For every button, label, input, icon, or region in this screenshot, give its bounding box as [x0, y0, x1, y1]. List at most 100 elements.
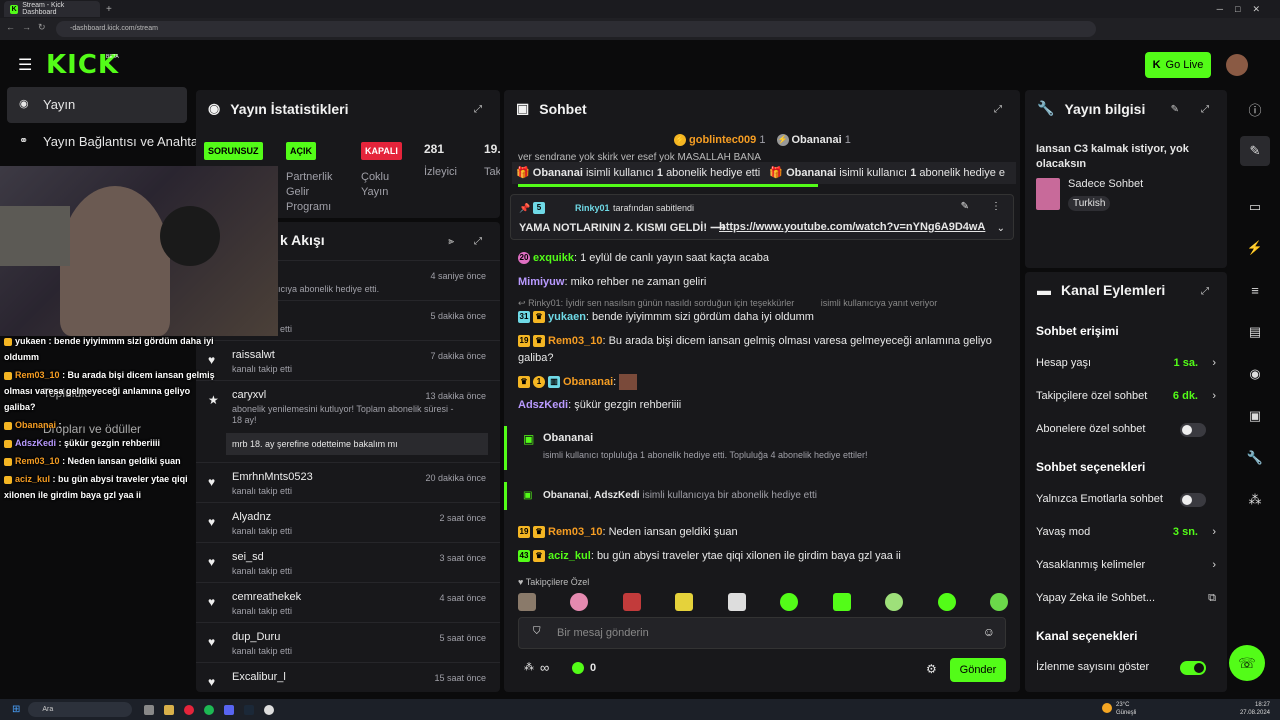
feed-username[interactable]: caryxvl [232, 389, 266, 401]
chat-username[interactable]: AdszKedi [518, 399, 568, 411]
gift-user[interactable]: Obananai [533, 167, 583, 179]
emote[interactable] [727, 593, 746, 611]
chat-username[interactable]: exquikk [533, 252, 574, 264]
emote[interactable] [675, 593, 694, 611]
feed-username[interactable]: Alyadnz [232, 511, 271, 523]
users-icon[interactable]: ⁂ [1240, 485, 1270, 515]
new-tab-icon[interactable]: + [106, 4, 112, 15]
list-icon[interactable]: ≡ [1240, 275, 1270, 305]
taskbar-app-icon[interactable] [224, 704, 235, 715]
banned-words-setting[interactable]: Yasaklanmış kelimeler › [1036, 559, 1216, 571]
gift-user[interactable]: Obananai [786, 167, 836, 179]
feed-username[interactable]: EmrhnMnts0523 [232, 471, 313, 483]
support-button[interactable]: ☏ [1229, 645, 1265, 681]
avatar[interactable] [1226, 54, 1248, 76]
gifter-name[interactable]: Obananai [792, 134, 842, 146]
menu-icon[interactable]: ☰ [18, 55, 32, 75]
emoji-icon[interactable]: ☺ [983, 625, 995, 639]
feed-username[interactable]: cemreathekek [232, 591, 301, 603]
unpin-icon[interactable]: ✎ [961, 201, 969, 212]
edit-icon[interactable]: ✎ [1171, 104, 1179, 115]
browser-tab[interactable]: K Stream - Kick Dashboard [4, 1, 100, 17]
emote[interactable] [989, 593, 1008, 611]
chevron-down-icon[interactable]: ⌄ [997, 223, 1005, 234]
save-icon[interactable]: ▣ [1240, 401, 1270, 431]
expand-icon[interactable]: ⤢ [474, 104, 482, 115]
chat-username[interactable]: Rem03_10 [548, 526, 602, 538]
taskbar-app-icon[interactable] [144, 704, 155, 715]
wrench-icon[interactable]: 🔧 [1240, 443, 1270, 473]
taskbar-app-icon[interactable] [204, 704, 215, 715]
emote[interactable] [780, 593, 799, 611]
taskbar-app-icon[interactable] [184, 704, 195, 715]
send-button[interactable]: Gönder [950, 658, 1006, 682]
emote-only-toggle[interactable] [1180, 493, 1206, 507]
more-icon[interactable]: ⋮ [991, 201, 1001, 212]
info-icon[interactable]: ⓘ [1240, 94, 1270, 124]
feed-username[interactable]: Excalibur_l [232, 671, 286, 683]
category-name[interactable]: Sadece Sohbet [1068, 178, 1143, 190]
gift-user[interactable]: Obananai [543, 490, 589, 501]
gear-icon[interactable]: ⚙ [926, 662, 937, 676]
sidebar-item-stream-key[interactable]: ⚭ Yayın Bağlantısı ve Anahtar [7, 130, 202, 154]
url-field[interactable]: -dashboard.kick.com/stream [56, 21, 1096, 37]
back-icon[interactable]: ← [6, 22, 15, 32]
sidebar-item-stream[interactable]: ◉ Yayın [7, 87, 187, 123]
feed-username[interactable]: raissalwt [232, 349, 275, 361]
feed-item[interactable]: ♥ EmrhnMnts0523 kanalı takip etti 20 dakika… [196, 462, 500, 502]
ai-chat-setting[interactable]: Yapay Zeka ile Sohbet... ⧉ [1036, 592, 1216, 604]
followers-only-setting[interactable]: Takipçilere özel sohbet 6 dk. › [1036, 390, 1216, 402]
show-viewers-toggle[interactable] [1180, 661, 1206, 675]
chat-username[interactable]: yukaen [548, 311, 586, 323]
feed-item[interactable]: ♥ Alyadnz kanalı takip etti 2 saat önce [196, 502, 500, 542]
feed-item[interactable]: ♥ raissalwt kanalı takip etti 7 dakika önce [196, 340, 500, 380]
expand-icon[interactable]: ⤢ [1201, 286, 1209, 297]
chat-username[interactable]: Rem03_10 [548, 335, 602, 347]
expand-icon[interactable]: ⤢ [1201, 104, 1209, 115]
expand-icon[interactable]: ⤢ [474, 236, 482, 247]
gift-user[interactable]: AdszKedi [594, 490, 640, 501]
windows-start-icon[interactable]: ⊞ [12, 704, 20, 715]
clock[interactable]: 18:27 27.08.2024 [1240, 701, 1270, 717]
forward-icon[interactable]: → [22, 22, 31, 32]
feed-item[interactable]: ♥ cemreathekek kanalı takip etti 4 saat önc… [196, 582, 500, 622]
feed-item[interactable]: ♥ sei_sd kanalı takip etti 3 saat önce [196, 542, 500, 582]
chat-username[interactable]: aciz_kul [548, 550, 591, 562]
feed-item[interactable]: ♥ dup_Duru kanalı takip etti 5 saat önce [196, 622, 500, 662]
slow-mode-setting[interactable]: Yavaş mod 3 sn. › [1036, 526, 1216, 538]
feed-username[interactable]: dup_Duru [232, 631, 280, 643]
taskbar-app-icon[interactable] [244, 704, 255, 715]
lightning-icon[interactable]: ⚡ [1240, 233, 1270, 263]
expand-icon[interactable]: ⤢ [994, 104, 1002, 115]
feed-username[interactable]: sei_sd [232, 551, 264, 563]
window-controls[interactable]: ─□✕ [1217, 4, 1272, 15]
edit-icon[interactable]: ✎ [1240, 136, 1270, 166]
pinned-by-user[interactable]: Rinky01 [575, 203, 610, 213]
chat-icon[interactable]: ▤ [1240, 317, 1270, 347]
chat-username[interactable]: Mimiyuw [518, 276, 564, 288]
chat-username[interactable]: Obananai [563, 376, 613, 388]
gifter-name[interactable]: goblintec009 [689, 134, 756, 146]
emote[interactable] [518, 593, 536, 611]
video-icon[interactable]: ▭ [1240, 192, 1270, 222]
account-age-setting[interactable]: Hesap yaşı 1 sa. › [1036, 357, 1216, 369]
play-circle-icon[interactable]: ◉ [1240, 359, 1270, 389]
message-input[interactable]: ⛉ Bir mesaj gönderin ☺ [518, 617, 1006, 649]
emote[interactable] [832, 593, 851, 611]
taskbar-search[interactable]: Ara [28, 702, 133, 717]
emote[interactable] [570, 593, 589, 611]
emote[interactable] [622, 593, 641, 611]
feed-item[interactable]: ♥ Excalibur_l 15 saat önce [196, 662, 500, 692]
feed-item[interactable]: ★ caryxvl abonelik yenilemesini kutluyor! … [196, 380, 500, 462]
chat-message: 43 ♛ aciz_kul: bu gün abysi traveler ytae … [518, 550, 901, 563]
pinned-link[interactable]: https://www.youtube.com/watch?v=nYNg6A9D… [719, 221, 987, 233]
taskbar-app-icon[interactable] [164, 704, 175, 715]
emote[interactable] [937, 593, 956, 611]
go-live-button[interactable]: K Go Live [1145, 52, 1211, 78]
taskbar-app-icon[interactable] [264, 704, 275, 715]
reload-icon[interactable]: ↻ [38, 22, 46, 33]
subs-only-toggle[interactable] [1180, 423, 1206, 437]
gift-user[interactable]: Obananai [543, 432, 593, 444]
emote[interactable] [885, 593, 904, 611]
filter-icon[interactable]: ⫸ [448, 236, 454, 247]
